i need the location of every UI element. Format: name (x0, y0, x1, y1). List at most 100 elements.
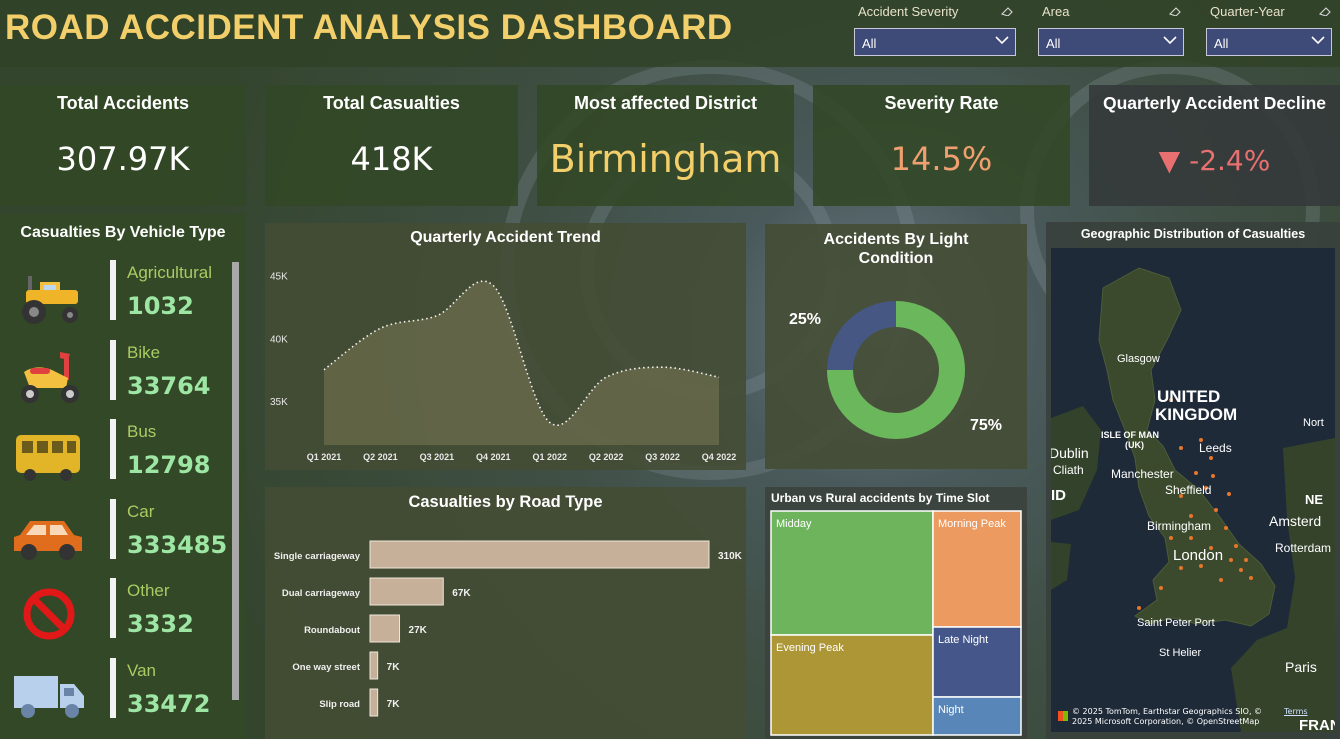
vehicle-value: 3332 (127, 610, 194, 638)
vehicle-value: 33472 (127, 690, 211, 718)
map-label: KINGDOM (1155, 405, 1237, 424)
kpi-value: Birmingham (549, 137, 782, 181)
van-icon (14, 676, 84, 718)
x-tick-label: Q2 2021 (363, 452, 398, 462)
vehicle-value: 33764 (127, 372, 211, 400)
tractor-icon (22, 276, 78, 324)
kpi-value: 307.97K (56, 140, 190, 178)
treemap-panel: Urban vs Rural accidents by Time Slot Mi… (765, 487, 1027, 739)
map-panel: Geographic Distribution of Casualties Gl… (1046, 222, 1340, 739)
bar-value-label: 7K (387, 662, 401, 673)
category-label: Dual carriageway (282, 588, 361, 599)
area-dropdown[interactable]: All (1038, 28, 1184, 56)
divider (110, 340, 116, 400)
scrollbar[interactable] (232, 262, 239, 700)
vehicle-item-car: Car 333485 (0, 499, 232, 577)
map-label: ID (1051, 487, 1066, 504)
bar-value-label: 27K (409, 625, 428, 636)
kpi-quarterly-decline: Quarterly Accident Decline ▼ -2.4% (1089, 85, 1340, 206)
bar-value-label: 310K (718, 551, 743, 562)
kpi-total-accidents: Total Accidents 307.97K (0, 85, 246, 206)
map-label: Paris (1285, 659, 1317, 675)
kpi-title: Total Casualties (323, 93, 460, 113)
trend-chart: 35K 40K 45K Q1 2021 Q2 2021 Q3 2021 Q4 2021 Q1 … (270, 272, 737, 462)
map-label: Glasgow (1117, 353, 1160, 365)
x-tick-label: Q3 2022 (645, 452, 680, 462)
accident-severity-dropdown[interactable]: All (854, 28, 1016, 56)
road-bar (369, 651, 379, 680)
page-title: ROAD ACCIDENT ANALYSIS DASHBOARD (5, 8, 733, 47)
panel-title: Geographic Distribution of Casualties (1080, 227, 1306, 241)
vehicle-item-other: Other 3332 (0, 578, 232, 656)
microsoft-logo-icon (1058, 711, 1068, 721)
category-label: Slip road (319, 699, 360, 710)
x-tick-label: Q4 2022 (702, 452, 737, 462)
x-tick-label: Q1 2022 (532, 452, 567, 462)
map-label: Cliath (1053, 463, 1084, 477)
map-label: Dublin (1051, 445, 1089, 461)
filter-label: Quarter-Year (1210, 4, 1285, 19)
vehicle-value: 333485 (127, 531, 228, 559)
map-label: London (1173, 547, 1223, 564)
treemap-label: Evening Peak (776, 642, 844, 654)
kpi-most-affected-district: Most affected District Birmingham (537, 85, 794, 206)
map-label: Rotterdam (1275, 541, 1331, 555)
bar-value-label: 7K (387, 699, 401, 710)
divider (110, 658, 116, 718)
road-bar (369, 540, 710, 569)
dropdown-value: All (862, 36, 877, 51)
divider (110, 499, 116, 559)
vehicle-name: Van (127, 661, 156, 680)
slice-label: 25% (789, 311, 821, 328)
treemap-label: Morning Peak (938, 518, 1006, 530)
car-icon (14, 521, 82, 560)
map-attribution: © 2025 TomTom, Earthstar Geographics SIO… (1072, 707, 1263, 726)
road-type-chart: Single carriageway 310K Dual carriageway 67… (274, 540, 743, 717)
vehicle-name: Bike (127, 343, 161, 362)
vehicle-value: 1032 (127, 292, 194, 320)
quarterly-trend-panel: Quarterly Accident Trend 35K 40K 45K Q1 202… (265, 223, 746, 470)
map-label: Sheffield (1165, 483, 1211, 497)
map-label: Leeds (1199, 441, 1232, 455)
header-bar: ROAD ACCIDENT ANALYSIS DASHBOARD Acciden… (0, 0, 1340, 67)
map-label: UNITED (1157, 387, 1220, 406)
map-label: Manchester (1111, 467, 1174, 481)
vehicle-item-bus: Bus 12798 (0, 419, 232, 497)
kpi-title: Total Accidents (56, 93, 190, 113)
road-type-panel: Casualties by Road Type Single carriagew… (265, 487, 746, 739)
casualties-by-vehicle-panel: Casualties By Vehicle Type Agricultural … (0, 214, 246, 739)
down-arrow-icon: ▼ (1158, 144, 1181, 177)
vehicle-name: Agricultural (127, 263, 213, 282)
treemap-label: Night (938, 704, 964, 716)
quarter-year-dropdown[interactable]: All (1206, 28, 1332, 56)
kpi-title: Severity Rate (884, 93, 999, 113)
map-label: NE (1305, 492, 1323, 507)
treemap-chart: Midday Evening Peak Morning Peak Late Night… (770, 510, 1022, 736)
x-tick-label: Q1 2021 (307, 452, 342, 462)
uk-map[interactable]: Glasgow UNITED KINGDOM ISLE OF MAN (UK) … (1051, 248, 1335, 732)
eraser-icon[interactable] (1168, 6, 1182, 16)
prohibited-icon (23, 588, 75, 640)
eraser-icon[interactable] (1000, 6, 1014, 16)
map-label: Saint Peter Port (1137, 617, 1215, 629)
light-condition-panel: Accidents By Light Condition 75% 25% (765, 224, 1027, 469)
road-bar (369, 614, 401, 643)
scooter-icon (21, 352, 79, 403)
vehicle-item-bike: Bike 33764 (0, 340, 232, 418)
kpi-value: 14.5% (890, 140, 993, 178)
map-label: Birmingham (1147, 519, 1211, 533)
filter-label: Area (1042, 4, 1070, 19)
terms-link[interactable]: Terms (1284, 707, 1308, 716)
treemap-tile (932, 696, 1022, 736)
eraser-icon[interactable] (1318, 6, 1332, 16)
vehicle-name: Bus (127, 422, 157, 441)
y-tick-label: 45K (270, 272, 288, 283)
divider (110, 419, 116, 479)
category-label: Roundabout (304, 625, 361, 636)
map-label: Nort (1303, 417, 1324, 429)
y-tick-label: 35K (270, 397, 288, 408)
trend-area (324, 281, 719, 445)
map-label: FRANC (1299, 717, 1335, 732)
vehicle-item-van: Van 33472 (0, 658, 232, 736)
kpi-value: ▼ -2.4% (1089, 144, 1340, 177)
